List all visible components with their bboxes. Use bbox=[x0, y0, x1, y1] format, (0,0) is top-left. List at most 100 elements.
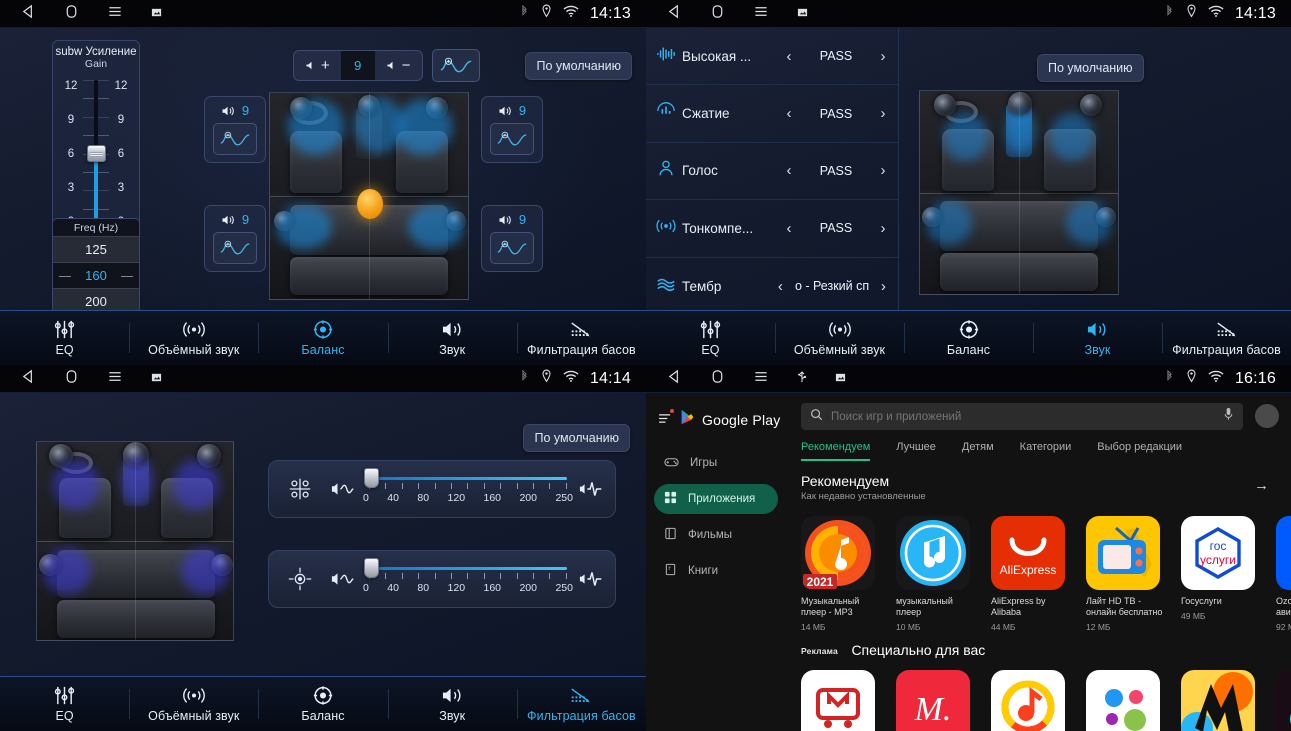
app-card[interactable] bbox=[991, 670, 1069, 731]
tab-balance[interactable]: Баланс bbox=[258, 311, 387, 365]
chevron-right-icon[interactable]: › bbox=[874, 105, 892, 122]
chevron-left-icon[interactable]: ‹ bbox=[780, 162, 798, 179]
screenshot-icon[interactable] bbox=[151, 370, 162, 388]
menu-icon[interactable] bbox=[753, 369, 769, 389]
tab-kids[interactable]: Детям bbox=[962, 441, 994, 461]
app-card[interactable]: музыкальный плеер 10 МБ bbox=[896, 516, 974, 632]
sidebar-item-apps[interactable]: Приложения bbox=[654, 484, 778, 514]
home-icon[interactable] bbox=[710, 4, 725, 24]
tab-balance[interactable]: Баланс bbox=[904, 311, 1033, 365]
list-item[interactable]: Тембр ‹ о - Резкий спа › bbox=[646, 258, 898, 315]
car-cabin-diagram[interactable] bbox=[269, 92, 469, 300]
menu-icon[interactable] bbox=[107, 4, 123, 24]
default-button[interactable]: По умолчанию bbox=[525, 52, 632, 80]
screenshot-icon[interactable] bbox=[835, 370, 846, 388]
speaker-eq-button[interactable] bbox=[490, 232, 534, 264]
play-brand[interactable]: Google Play bbox=[646, 403, 786, 442]
app-card[interactable]: AliExpress AliExpress by Alibaba 44 МБ bbox=[991, 516, 1069, 632]
search-bar[interactable] bbox=[801, 403, 1243, 430]
list-item[interactable]: Сжатие ‹ PASS › bbox=[646, 85, 898, 143]
app-card[interactable]: Лайт HD ТВ - онлайн бесплатно 12 МБ bbox=[1086, 516, 1164, 632]
wave-center bbox=[121, 456, 153, 504]
sidebar-item-books[interactable]: Книги bbox=[654, 556, 778, 586]
list-item[interactable]: Голос ‹ PASS › bbox=[646, 143, 898, 201]
wave-rear-left bbox=[43, 548, 91, 594]
home-icon[interactable] bbox=[64, 4, 79, 24]
speaker-eq-button[interactable] bbox=[213, 123, 257, 155]
volume-stepper[interactable]: + 9 − bbox=[293, 50, 423, 81]
tab-eq[interactable]: EQ bbox=[646, 311, 775, 365]
tab-recommended[interactable]: Рекомендуем bbox=[801, 441, 871, 461]
balance-focus-point[interactable] bbox=[357, 189, 383, 219]
app-card[interactable] bbox=[1181, 670, 1259, 731]
car-cabin-diagram[interactable] bbox=[919, 90, 1119, 295]
tab-surround[interactable]: Объёмный звук bbox=[129, 311, 258, 365]
default-button[interactable]: По умолчанию bbox=[1037, 54, 1144, 82]
tab-sound[interactable]: Звук bbox=[387, 311, 517, 365]
chevron-right-icon[interactable]: › bbox=[874, 220, 892, 237]
screenshot-icon[interactable] bbox=[797, 5, 808, 23]
slider-thumb[interactable] bbox=[364, 468, 379, 488]
subw-freq-prev[interactable]: 125 bbox=[53, 236, 139, 262]
app-card[interactable]: гос услуги Госуслуги 49 МБ bbox=[1181, 516, 1259, 632]
tab-sound[interactable]: Звук bbox=[1033, 311, 1162, 365]
app-card[interactable]: 2021 Музыкальный плеер - MP3 плеер , Пле… bbox=[801, 516, 879, 632]
app-card[interactable]: M. bbox=[896, 670, 974, 731]
sidebar-item-movies[interactable]: Фильмы bbox=[654, 520, 778, 550]
tab-surround[interactable]: Объёмный звук bbox=[775, 311, 904, 365]
sidebar-item-games[interactable]: Игры bbox=[654, 448, 778, 478]
tab-editors-choice[interactable]: Выбор редакции bbox=[1097, 441, 1182, 461]
tab-surround[interactable]: Объёмный звук bbox=[129, 677, 258, 731]
volume-down-button[interactable]: − bbox=[375, 51, 422, 80]
back-icon[interactable] bbox=[667, 4, 682, 24]
chevron-left-icon[interactable]: ‹ bbox=[780, 48, 798, 65]
volume-up-button[interactable]: + bbox=[294, 51, 341, 80]
chevron-left-icon[interactable]: ‹ bbox=[780, 105, 798, 122]
tab-bass-filter[interactable]: Фильтрация басов bbox=[516, 311, 646, 365]
speaker-eq-button[interactable] bbox=[213, 232, 257, 264]
search-input[interactable] bbox=[831, 410, 1215, 423]
chevron-left-icon[interactable]: ‹ bbox=[772, 278, 789, 295]
back-icon[interactable] bbox=[667, 369, 682, 389]
tab-sound[interactable]: Звук bbox=[387, 677, 517, 731]
speaker-eq-button[interactable] bbox=[490, 123, 534, 155]
chevron-right-icon[interactable]: › bbox=[874, 48, 892, 65]
tab-balance[interactable]: Баланс bbox=[258, 677, 387, 731]
hamburger-icon[interactable] bbox=[658, 408, 674, 429]
list-item[interactable]: Высокая ... ‹ PASS › bbox=[646, 28, 898, 86]
bass-filter-slider-sub[interactable]: 0 40 80 120 160 200 250 bbox=[361, 556, 575, 602]
menu-icon[interactable] bbox=[107, 369, 123, 389]
slider-thumb[interactable] bbox=[364, 558, 379, 578]
master-eq-curve-button[interactable] bbox=[431, 49, 480, 82]
home-icon[interactable] bbox=[710, 369, 725, 389]
list-item[interactable]: Тонкомпе... ‹ PASS › bbox=[646, 200, 898, 258]
tab-bass-filter[interactable]: Фильтрация басов bbox=[516, 677, 646, 731]
tab-categories[interactable]: Категории bbox=[1020, 441, 1072, 461]
subw-thumb[interactable] bbox=[86, 145, 106, 162]
tab-eq[interactable]: EQ bbox=[0, 311, 129, 365]
app-card[interactable] bbox=[801, 670, 879, 731]
tab-top[interactable]: Лучшее bbox=[896, 441, 936, 461]
subw-gain-slider[interactable]: 129 63 0 129 63 0 bbox=[53, 74, 139, 234]
back-icon[interactable] bbox=[21, 369, 36, 389]
bass-filter-slider-speakers[interactable]: 0 40 80 120 160 200 250 bbox=[361, 466, 575, 512]
app-card[interactable] bbox=[1086, 670, 1164, 731]
section-more-arrow-icon[interactable]: → bbox=[1254, 477, 1269, 494]
subw-freq-selected[interactable]: 160 bbox=[53, 262, 139, 288]
tab-eq[interactable]: EQ bbox=[0, 677, 129, 731]
tab-bass-filter[interactable]: Фильтрация басов bbox=[1162, 311, 1291, 365]
default-button[interactable]: По умолчанию bbox=[523, 424, 630, 452]
app-card[interactable] bbox=[1276, 670, 1291, 731]
avatar[interactable] bbox=[1255, 404, 1279, 428]
home-icon[interactable] bbox=[64, 369, 79, 389]
screenshot-icon[interactable] bbox=[151, 5, 162, 23]
chevron-left-icon[interactable]: ‹ bbox=[780, 220, 798, 237]
car-cabin-diagram[interactable] bbox=[36, 441, 234, 641]
sound-settings-list: Высокая ... ‹ PASS › Сжатие ‹ PASS › Гол… bbox=[646, 28, 899, 310]
app-card[interactable]: OZN247 Ozon: товары, авиа, ж/д.билеты 92… bbox=[1276, 516, 1291, 632]
menu-icon[interactable] bbox=[753, 4, 769, 24]
microphone-icon[interactable] bbox=[1223, 407, 1234, 426]
chevron-right-icon[interactable]: › bbox=[874, 162, 892, 179]
back-icon[interactable] bbox=[21, 4, 36, 24]
chevron-right-icon[interactable]: › bbox=[875, 278, 892, 295]
